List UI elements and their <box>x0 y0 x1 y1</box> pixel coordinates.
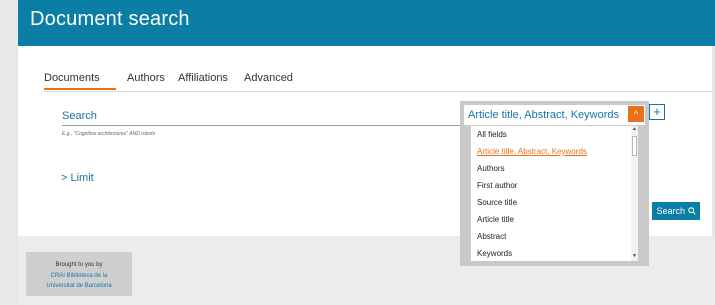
field-select-dropdown[interactable]: Article title, Abstract, Keywords ^ All … <box>460 101 649 266</box>
tab-affiliations[interactable]: Affiliations <box>178 72 228 84</box>
option-article-title-abstract-keywords[interactable]: Article title, Abstract, Keywords <box>477 147 587 156</box>
chevron-up-icon[interactable]: ^ <box>628 106 644 122</box>
add-search-field-button[interactable]: + <box>649 104 665 120</box>
tab-documents[interactable]: Documents <box>44 72 100 84</box>
tab-advanced[interactable]: Advanced <box>244 72 293 84</box>
options-scrollbar[interactable]: ▲ ▼ <box>631 126 638 261</box>
search-hint: E.g., "Cognitive architectures" AND robo… <box>62 131 156 137</box>
option-keywords[interactable]: Keywords <box>477 249 512 258</box>
field-select[interactable]: Article title, Abstract, Keywords ^ <box>464 105 645 125</box>
scroll-down-arrow-icon[interactable]: ▼ <box>632 253 637 259</box>
search-button-label: Search <box>656 206 685 216</box>
tab-authors[interactable]: Authors <box>127 72 165 84</box>
scroll-up-arrow-icon[interactable]: ▲ <box>632 126 637 132</box>
field-options-list: All fields Article title, Abstract, Keyw… <box>471 126 638 261</box>
institution-link-line2[interactable]: Universitat de Barcelona <box>26 283 132 289</box>
left-edge <box>0 0 18 305</box>
field-select-value: Article title, Abstract, Keywords <box>468 109 619 121</box>
search-icon <box>687 206 696 216</box>
option-all-fields[interactable]: All fields <box>477 130 507 139</box>
scrollbar-thumb[interactable] <box>632 136 637 156</box>
limit-toggle[interactable]: > Limit <box>61 172 94 184</box>
brought-to-you-label: Brought to you by <box>55 262 103 268</box>
option-source-title[interactable]: Source title <box>477 198 517 207</box>
option-article-title[interactable]: Article title <box>477 215 514 224</box>
search-input-label[interactable]: Search <box>62 110 97 122</box>
institution-badge: Brought to you by CRAI Biblioteca de la … <box>26 252 132 296</box>
option-abstract[interactable]: Abstract <box>477 232 506 241</box>
institution-link-line1[interactable]: CRAI Biblioteca de la <box>26 273 132 279</box>
option-first-author[interactable]: First author <box>477 181 517 190</box>
option-authors[interactable]: Authors <box>477 164 505 173</box>
page-title: Document search <box>30 8 190 30</box>
search-button[interactable]: Search <box>652 202 700 220</box>
active-tab-indicator <box>44 88 116 90</box>
search-input[interactable] <box>62 125 464 126</box>
page-header: Document search <box>18 0 715 46</box>
tabs-divider <box>44 91 714 92</box>
